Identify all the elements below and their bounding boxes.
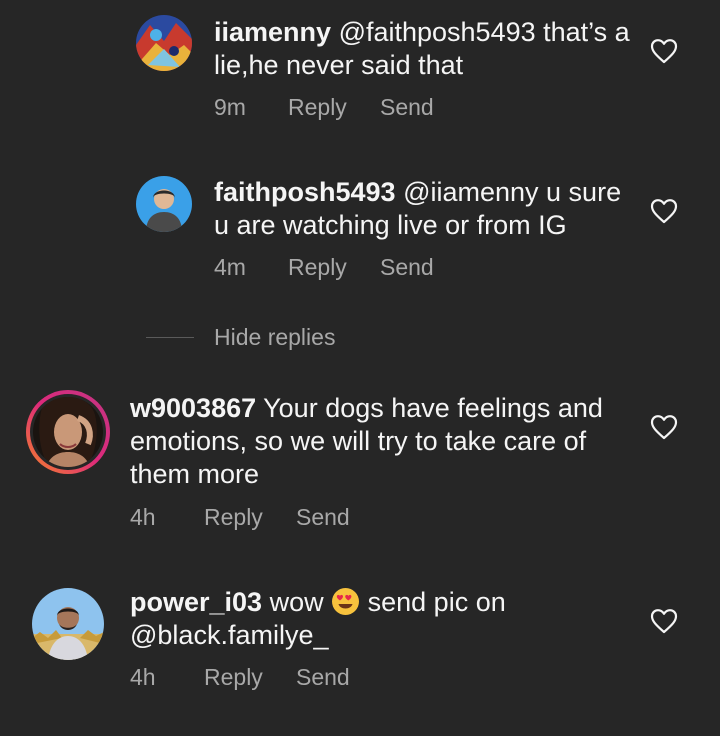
heart-eyes-emoji [331, 587, 360, 616]
like-button[interactable] [650, 608, 678, 634]
comment-content-start: wow [269, 587, 324, 617]
comment-username[interactable]: power_i03 [130, 587, 262, 617]
hide-replies-label: Hide replies [214, 323, 336, 350]
like-button[interactable] [650, 38, 678, 64]
comment-text: faithposh5493 @iiamenny u sure u are wat… [214, 176, 634, 242]
like-button[interactable] [650, 198, 678, 224]
avatar[interactable] [136, 176, 192, 232]
avatar-image [136, 176, 192, 232]
comment-time: 4h [130, 503, 156, 530]
comment-actions: 4m Reply Send [214, 252, 460, 282]
avatar[interactable] [24, 388, 112, 476]
send-button[interactable]: Send [380, 254, 460, 281]
heart-outline-icon [650, 415, 678, 440]
like-button[interactable] [650, 414, 678, 440]
heart-outline-icon [650, 609, 678, 634]
comment-actions: 4h Reply Send [130, 502, 376, 532]
divider [146, 336, 194, 338]
comment-text: power_i03 wow send pic on @black.familye… [130, 586, 635, 652]
avatar-image [136, 15, 192, 71]
avatar[interactable] [32, 588, 104, 660]
comment-username[interactable]: faithposh5493 [214, 177, 396, 207]
send-button[interactable]: Send [296, 504, 376, 531]
reply-button[interactable]: Reply [204, 664, 296, 691]
avatar-image [32, 588, 104, 660]
comment-text: iiamenny @faithposh5493 that’s a lie,he … [214, 16, 634, 82]
heart-outline-icon [650, 39, 678, 64]
send-button[interactable]: Send [296, 664, 376, 691]
story-ring-avatar [26, 390, 110, 474]
comment-actions: 9m Reply Send [214, 92, 460, 122]
comment-time: 4m [214, 253, 246, 280]
comment-username[interactable]: iiamenny [214, 17, 331, 47]
reply-button[interactable]: Reply [204, 504, 296, 531]
comments-screen: iiamenny @faithposh5493 that’s a lie,he … [0, 0, 720, 736]
reply-button[interactable]: Reply [288, 94, 380, 121]
avatar[interactable] [136, 15, 192, 71]
comment-text: w9003867 Your dogs have feelings and emo… [130, 392, 635, 491]
comment-actions: 4h Reply Send [130, 662, 376, 692]
comment-time: 9m [214, 93, 246, 120]
comment-time: 4h [130, 663, 156, 690]
comment-username[interactable]: w9003867 [130, 393, 256, 423]
reply-button[interactable]: Reply [288, 254, 380, 281]
hide-replies-button[interactable]: Hide replies [146, 322, 335, 352]
heart-outline-icon [650, 199, 678, 224]
send-button[interactable]: Send [380, 94, 460, 121]
